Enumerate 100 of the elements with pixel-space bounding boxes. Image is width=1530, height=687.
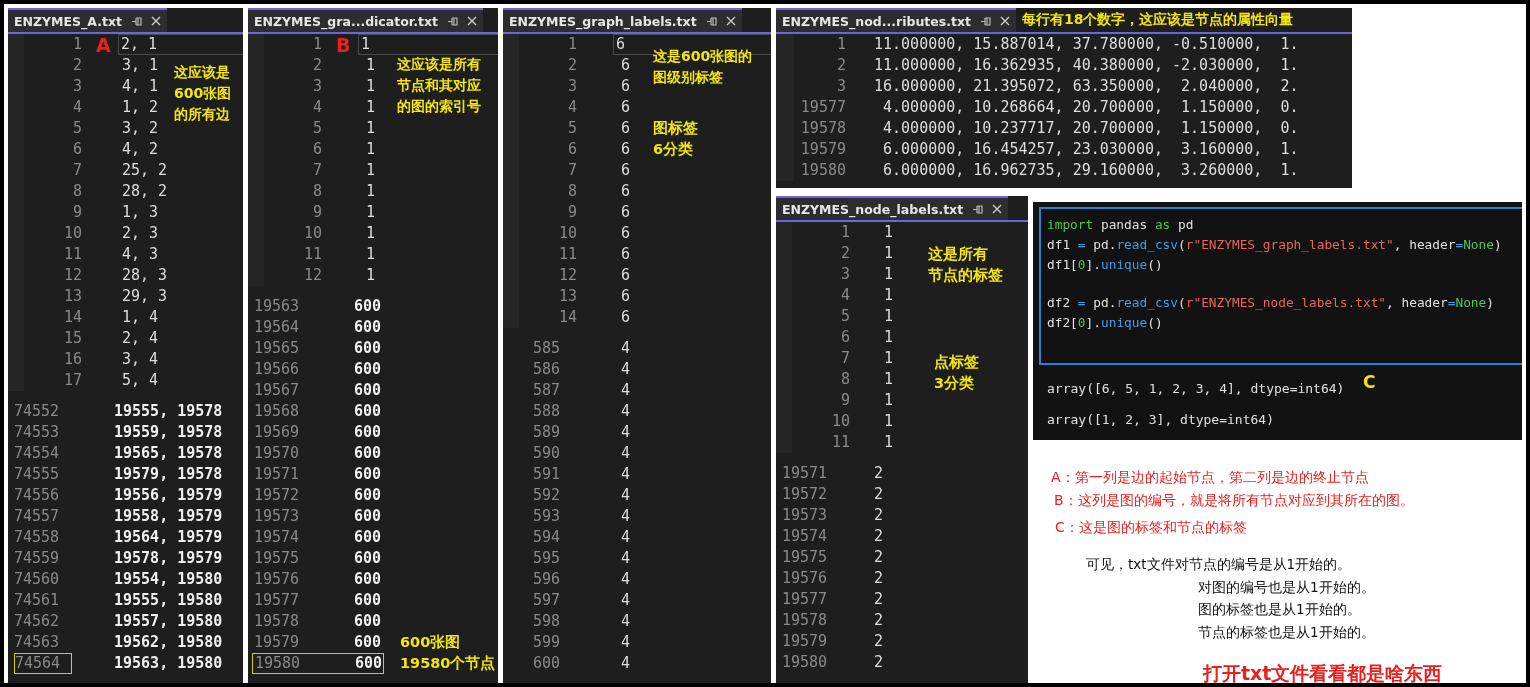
line-number: 10 [62,223,82,244]
line-text: 6 [621,160,631,181]
line-text: 19557, 19580 [114,611,223,632]
file-tab[interactable]: ENZYMES_gra...dicator.txt [248,8,483,32]
line-number: 19568 [254,401,301,422]
line-text: 19558, 19579 [114,506,223,527]
line-text: 4 [621,359,631,380]
line-text: 600 [354,359,382,380]
line-text: 6 [621,265,631,286]
line-number: 4 [311,97,322,118]
code-cell[interactable]: import pandas as pd df1 = pd.read_csv(r"ENZYMES_graph_labels.txt", header=None) df1[0].unique() df2 = pd.read_csv(r"ENZYMES_node_labels.txt", header=None) df2[0].unique() [1039,207,1522,365]
line-number: 19579 [799,139,846,160]
line-number: 9 [566,202,577,223]
close-icon[interactable] [151,16,161,26]
close-icon[interactable] [725,16,736,26]
file-tab[interactable]: ENZYMES_node_labels.txt [776,196,1009,220]
line-number: 7 [839,348,850,369]
file-tab[interactable]: ENZYMES_nod...ributes.txt [776,8,1016,32]
line-text: 5, 4 [122,370,159,391]
line-number: 19580 [799,160,846,181]
annotation: 图标签 6分类 [653,119,698,159]
line-text: 2 [874,526,884,547]
line-number: 19572 [782,484,829,505]
line-text: 2 [874,505,884,526]
line-number: 19575 [254,548,301,569]
line-text: 600 [354,590,382,611]
line-text: 4, 2 [122,139,159,160]
line-text: 1 [366,181,376,202]
line-number: 2 [839,243,850,264]
line-number: 19577 [799,97,846,118]
line-text: 4.000000, 10.237717, 20.700000, 1.150000, 0. [882,118,1299,139]
close-icon[interactable] [1000,16,1010,26]
line-number: 19573 [782,505,829,526]
close-icon[interactable] [992,204,1003,214]
line-number: 2 [71,55,82,76]
code-line: import pandas as pd [1047,216,1195,234]
line-text: 1 [366,139,376,160]
line-text: 2, 1 [118,34,243,55]
line-text: 4 [621,653,631,674]
line-number: 591 [532,464,562,485]
line-number: 586 [532,359,562,380]
code-line: df1[0].unique() [1047,256,1164,274]
line-text: 2 [874,589,884,610]
line-number: 11 [557,244,577,265]
line-text: 1, 2 [122,97,159,118]
line-number: 12 [557,265,577,286]
line-number: 16 [62,349,82,370]
line-text: 1 [884,369,894,390]
file-tab[interactable]: ENZYMES_graph_labels.txt [503,8,742,32]
line-text: 600 [354,464,382,485]
line-number: 19573 [254,506,301,527]
pin-icon[interactable] [131,15,142,27]
line-text: 1 [884,327,894,348]
line-number: 4 [71,97,82,118]
line-text: 6 [621,118,631,139]
line-text: 1 [366,55,376,76]
line-number: 597 [532,590,562,611]
file-tab[interactable]: ENZYMES_A.txt [8,8,167,32]
line-text: 4 [621,443,631,464]
code-line: df2[0].unique() [1047,314,1164,332]
line-number: 3 [835,76,846,97]
line-number: 590 [532,443,562,464]
line-text: 600 [354,443,382,464]
line-text: 1, 4 [122,307,159,328]
line-text: 1 [884,348,894,369]
line-number: 9 [839,390,850,411]
line-number: 1 [71,34,82,55]
pin-icon[interactable] [980,15,991,27]
line-number: 598 [532,611,562,632]
line-text: 600 [354,296,382,317]
line-number: 12 [62,265,82,286]
line-text: 1 [366,160,376,181]
line-text: 2 [874,547,884,568]
line-text: 16.000000, 21.395072, 63.350000, 2.040000, 2. [874,76,1299,97]
line-text: 19555, 19580 [114,590,223,611]
close-icon[interactable] [466,16,477,26]
line-number: 19563 [254,296,301,317]
line-text: 29, 3 [122,286,168,307]
annotation: 点标签 3分类 [934,353,979,393]
line-text: 2 [874,568,884,589]
line-text: 1 [884,411,894,432]
line-text: 6.000000, 16.454257, 23.030000, 3.160000, 1. [882,139,1299,160]
line-text: 25, 2 [122,160,168,181]
line-number: 593 [532,506,562,527]
line-text: 28, 2 [122,181,168,202]
annotation: 每行有18个数字，这应该是节点的属性向量 [1022,11,1294,29]
pin-icon[interactable] [972,203,984,215]
pin-icon[interactable] [705,15,717,27]
cell-output: array([6, 5, 1, 2, 3, 4], dtype=int64) [1047,380,1345,398]
line-text: 4 [621,527,631,548]
line-number: 74555 [14,464,61,485]
explanation-text: B：这列是图的编号，就是将所有节点对应到其所在的图。 [1053,491,1415,510]
line-text: 1 [884,222,894,243]
line-text: 1, 3 [122,202,159,223]
line-text: 19555, 19578 [114,401,223,422]
line-number: 3 [839,264,850,285]
pin-icon[interactable] [446,15,458,27]
line-text: 4 [621,464,631,485]
line-text: 4 [621,338,631,359]
line-number: 11 [302,244,322,265]
